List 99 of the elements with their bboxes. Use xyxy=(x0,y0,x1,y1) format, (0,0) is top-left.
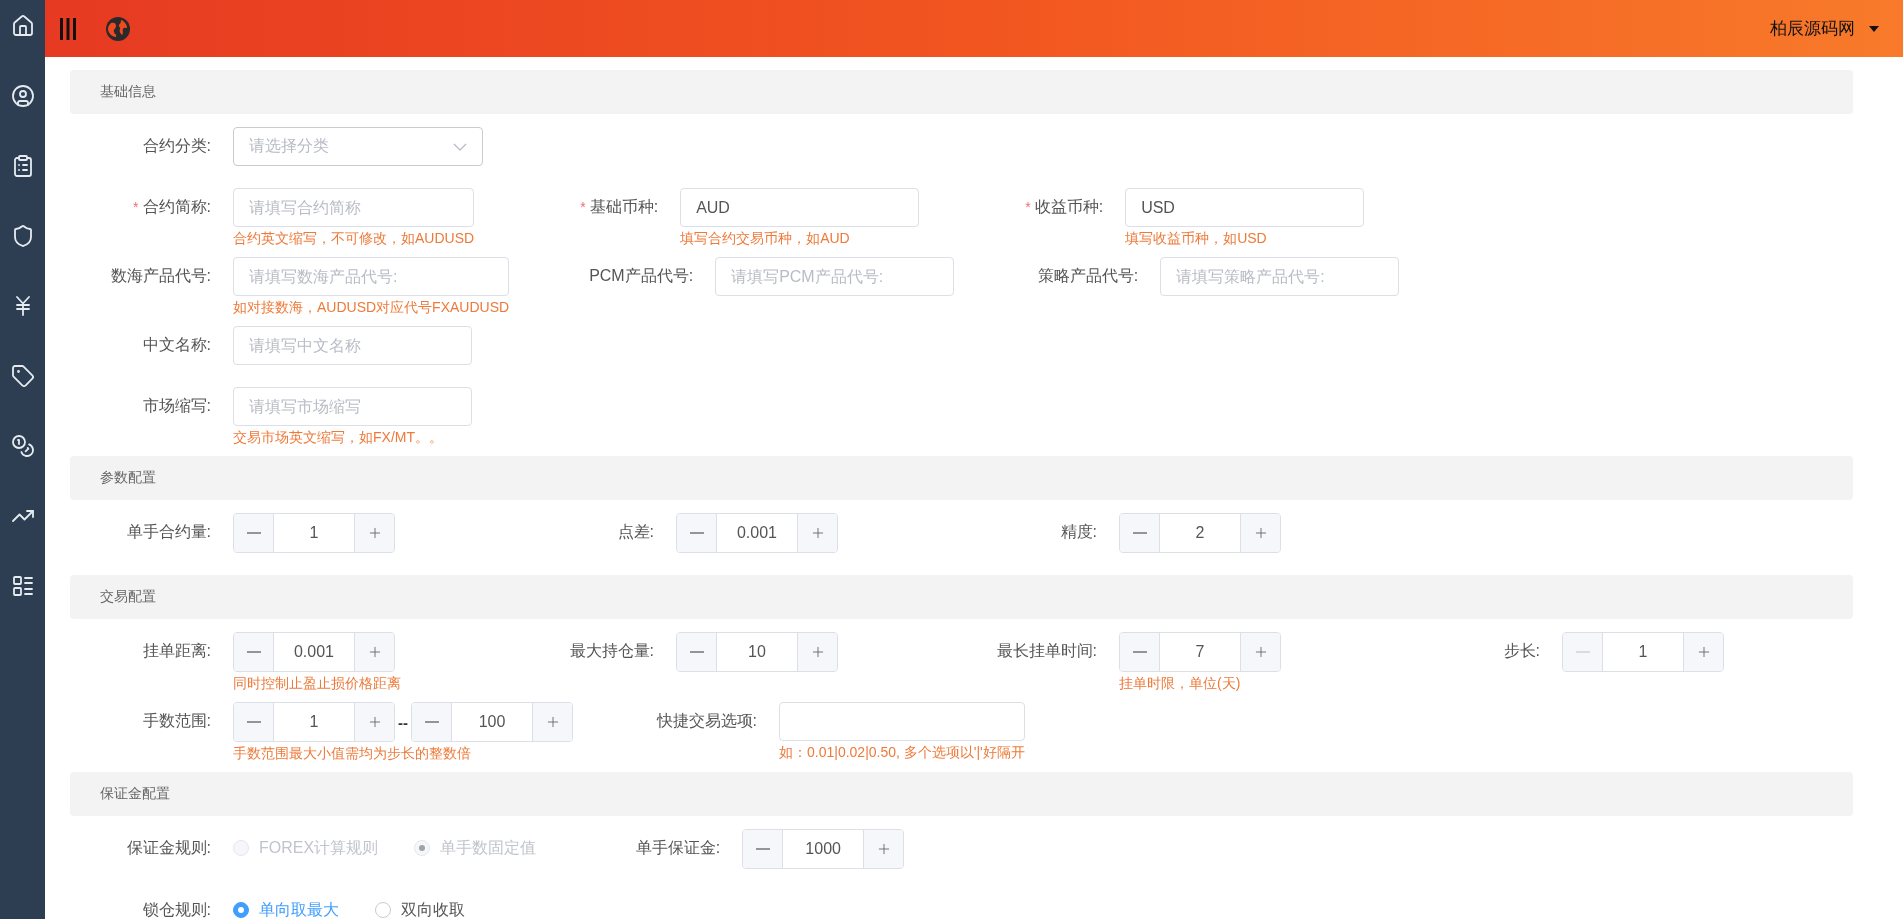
section-title: 基础信息 xyxy=(100,83,156,101)
minus-icon xyxy=(246,721,261,723)
stepper-value[interactable]: 7 xyxy=(1160,633,1240,671)
tag-icon[interactable] xyxy=(10,364,35,388)
field-label: 手数范围: xyxy=(142,710,211,731)
minus-icon xyxy=(1132,532,1147,534)
input-field[interactable]: 请填写市场缩写 xyxy=(233,387,472,426)
minus-icon xyxy=(755,848,770,850)
field-label: 挂单距离: xyxy=(142,640,211,661)
globe-icon[interactable] xyxy=(105,15,131,42)
coins-icon[interactable] xyxy=(10,434,35,458)
decrease-button[interactable] xyxy=(677,633,717,671)
section-title: 交易配置 xyxy=(100,588,156,606)
field-hint: 如对接数海，AUDUSD对应代号FXAUDUSD xyxy=(233,298,510,316)
field-hint: 如：0.01|0.02|0.50, 多个选项以'|'好隔开 xyxy=(779,743,1025,761)
field-label: 单手合约量: xyxy=(126,521,211,542)
minus-icon xyxy=(689,651,704,653)
field-hint: 填写合约交易币种，如AUD xyxy=(680,229,851,247)
input-field[interactable]: 请填写中文名称 xyxy=(233,326,472,365)
increase-button[interactable] xyxy=(532,703,572,741)
stepper-value[interactable]: 0.001 xyxy=(274,633,354,671)
required-mark: * xyxy=(133,199,139,215)
decrease-button[interactable] xyxy=(412,703,452,741)
stepper-value[interactable]: 1000 xyxy=(783,830,864,868)
stepper-value[interactable]: 1 xyxy=(274,703,354,741)
field-label: 策略产品代号: xyxy=(1037,265,1139,286)
increase-button[interactable] xyxy=(1683,633,1723,671)
field-hint: 手数范围最大小值需均为步长的整数倍 xyxy=(233,744,472,762)
field-label: 市场缩写: xyxy=(142,395,211,416)
user-icon[interactable] xyxy=(10,84,35,108)
minus-icon xyxy=(246,651,261,653)
input-field[interactable]: 请填写数海产品代号: xyxy=(233,257,510,296)
field-hint: 合约英文缩写，不可修改，如AUDUSD xyxy=(233,229,475,247)
decrease-button[interactable] xyxy=(234,703,274,741)
field-hint: 交易市场英文缩写，如FX/MT。。 xyxy=(233,428,444,446)
field-label: 锁仓规则: xyxy=(142,899,211,919)
radio-button[interactable] xyxy=(233,902,249,918)
field-label: 最大持仓量: xyxy=(569,640,654,661)
stepper-value[interactable]: 1 xyxy=(274,514,354,552)
field-label: 收益币种: xyxy=(1034,196,1104,217)
increase-button[interactable] xyxy=(797,633,837,671)
chevron-down-icon xyxy=(453,142,467,151)
field-hint: 挂单时限，单位(天) xyxy=(1119,674,1242,692)
minus-icon xyxy=(1132,651,1147,653)
minus-icon xyxy=(689,532,704,534)
required-mark: * xyxy=(580,199,586,215)
input-field[interactable] xyxy=(779,702,1025,741)
decrease-button[interactable] xyxy=(1120,514,1160,552)
field-label: 单手保证金: xyxy=(635,837,721,858)
section-title: 参数配置 xyxy=(100,469,156,487)
decrease-button[interactable] xyxy=(234,514,274,552)
section-title: 保证金配置 xyxy=(100,785,170,803)
field-label: 精度: xyxy=(1060,521,1097,542)
stepper-value[interactable]: 1 xyxy=(1603,633,1683,671)
field-label: 点差: xyxy=(617,521,654,542)
field-hint: 填写收益币种，如USD xyxy=(1125,229,1268,247)
minus-icon xyxy=(424,721,439,723)
stepper-value[interactable]: 100 xyxy=(452,703,532,741)
required-mark: * xyxy=(1025,199,1031,215)
list-icon[interactable] xyxy=(10,574,35,598)
range-separator: -- xyxy=(398,713,408,731)
radio-button[interactable] xyxy=(375,902,391,918)
select-placeholder: 请选择分类 xyxy=(249,136,329,156)
field-label: 中文名称: xyxy=(142,334,211,355)
user-menu[interactable]: 柏辰源码网 xyxy=(1770,17,1879,40)
minus-icon xyxy=(246,532,261,534)
decrease-button[interactable] xyxy=(234,633,274,671)
field-label: 快捷交易选项: xyxy=(656,710,757,731)
field-label: 合约简称: xyxy=(142,196,211,217)
increase-button[interactable] xyxy=(797,514,837,552)
input-field[interactable]: 请填写合约简称 xyxy=(233,188,475,227)
field-label: 基础币种: xyxy=(589,196,659,217)
radio-label[interactable]: 双向收取 xyxy=(401,899,465,919)
input-field[interactable]: 请填写PCM产品代号: xyxy=(715,257,955,296)
decrease-button[interactable] xyxy=(743,830,784,868)
field-label: 最长挂单时间: xyxy=(996,640,1097,661)
field-label: 数海产品代号: xyxy=(110,265,211,286)
increase-button[interactable] xyxy=(863,830,904,868)
home-icon[interactable] xyxy=(10,14,35,38)
increase-button[interactable] xyxy=(354,633,394,671)
decrease-button[interactable] xyxy=(1120,633,1160,671)
stepper-value[interactable]: 10 xyxy=(717,633,797,671)
field-label: 保证金规则: xyxy=(126,837,211,858)
field-label: PCM产品代号: xyxy=(589,265,694,286)
input-field[interactable]: AUD xyxy=(680,188,920,227)
increase-button[interactable] xyxy=(354,703,394,741)
stepper-value[interactable]: 0.001 xyxy=(717,514,797,552)
caret-icon xyxy=(1869,25,1879,32)
menu-icon[interactable] xyxy=(59,16,77,41)
input-field[interactable]: 请填写策略产品代号: xyxy=(1160,257,1400,296)
increase-button[interactable] xyxy=(1240,633,1280,671)
stepper-value[interactable]: 2 xyxy=(1160,514,1240,552)
field-label: 合约分类: xyxy=(142,135,211,156)
field-label: 步长: xyxy=(1503,640,1540,661)
increase-button[interactable] xyxy=(354,514,394,552)
increase-button[interactable] xyxy=(1240,514,1280,552)
input-field[interactable]: USD xyxy=(1125,188,1365,227)
field-hint: 同时控制止盈止损价格距离 xyxy=(233,674,402,692)
decrease-button[interactable] xyxy=(677,514,717,552)
